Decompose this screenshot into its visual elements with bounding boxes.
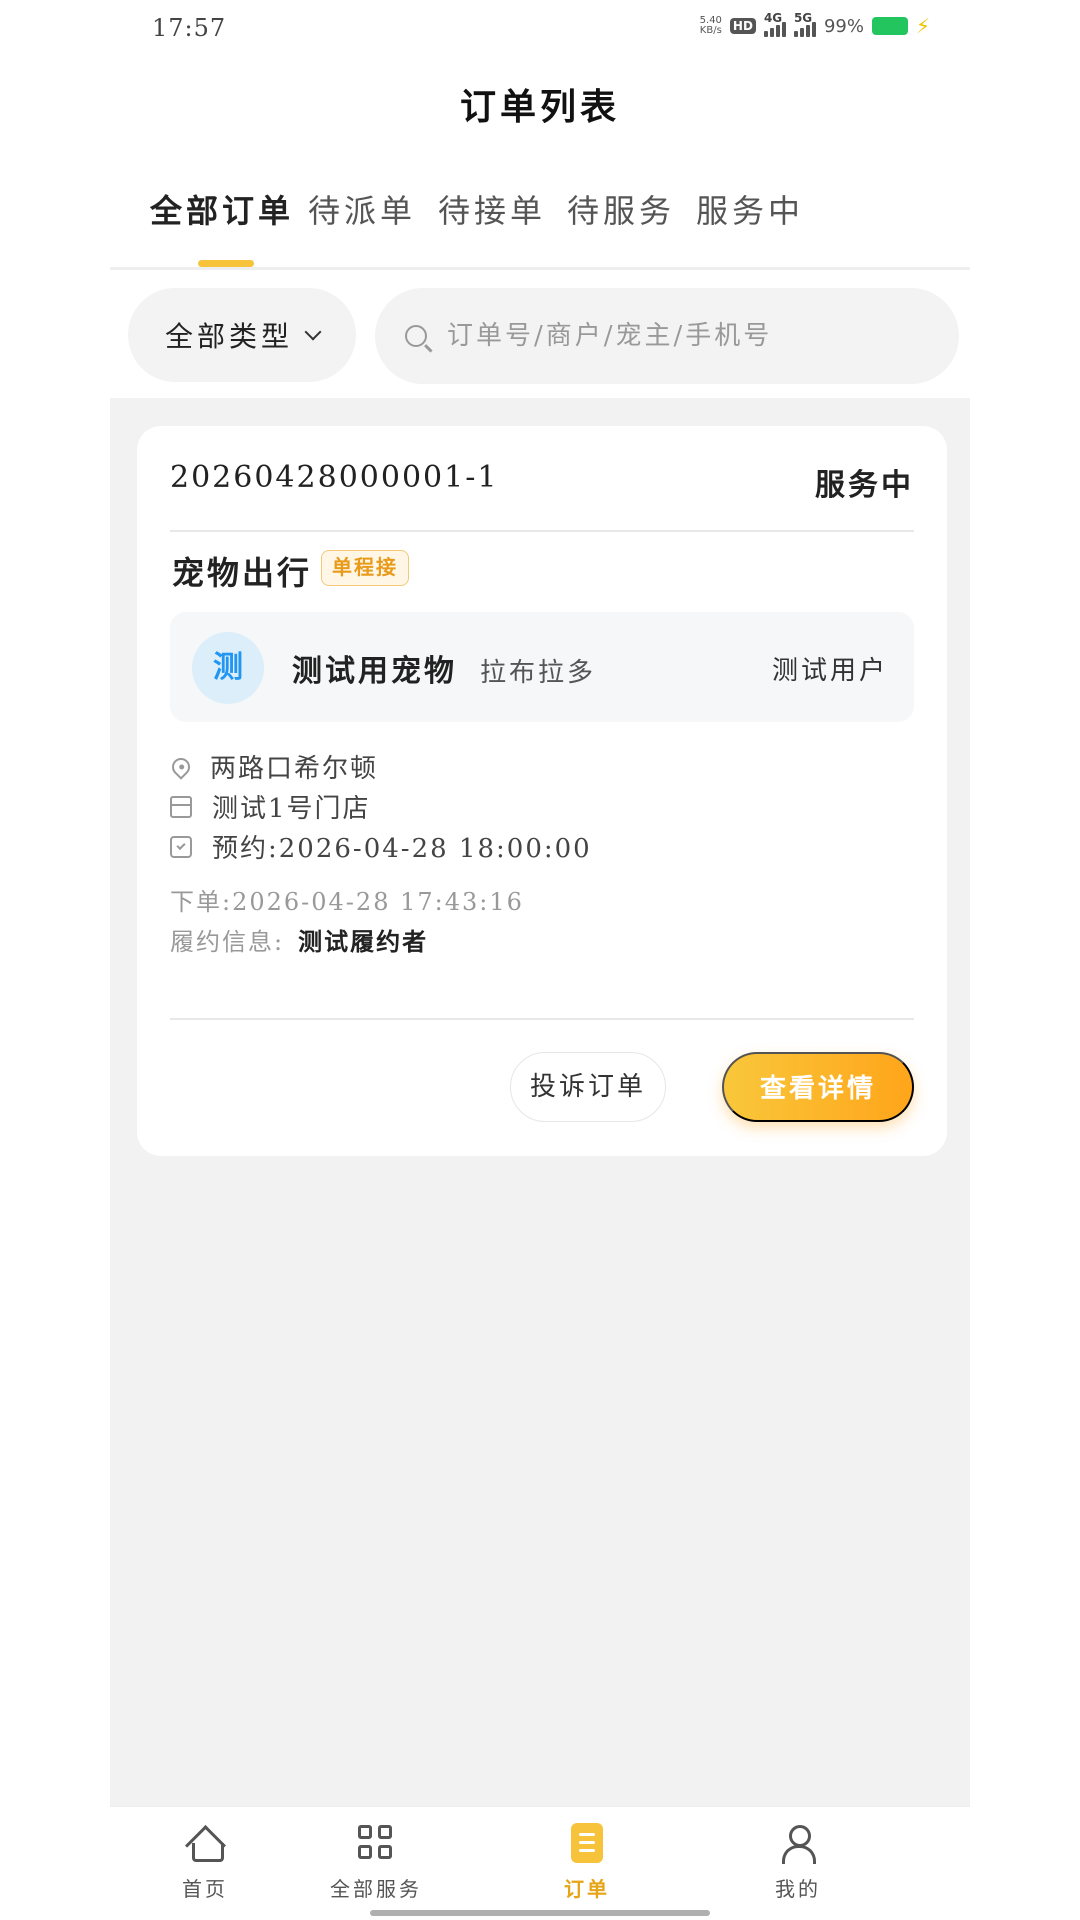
home-icon (185, 1823, 225, 1863)
trip-type-badge: 单程接 (321, 550, 409, 586)
nav-mine-label: 我的 (775, 1877, 821, 1901)
fulfill-value: 测试履约者 (298, 927, 429, 956)
tab-pending-accept[interactable]: 待接单 (438, 186, 546, 232)
nav-mine[interactable]: 我的 (728, 1823, 868, 1902)
fulfill-row: 履约信息: 测试履约者 (170, 922, 428, 957)
pet-name: 测试用宠物 (292, 654, 457, 689)
tab-in-service[interactable]: 服务中 (696, 186, 804, 232)
pet-breed: 拉布拉多 (480, 658, 597, 688)
order-doc-icon (571, 1823, 603, 1863)
status-indicators: 5.40 KB/s HD 4G 5G 99% ⚡ (700, 11, 930, 38)
home-indicator[interactable] (370, 1910, 710, 1916)
signal-5g-label: 5G (793, 11, 813, 25)
page-title: 订单列表 (459, 86, 620, 128)
bottom-nav: 首页 全部服务 订单 我的 (110, 1806, 970, 1920)
nav-home-label: 首页 (182, 1877, 228, 1901)
order-number: 20260428000001-1 (170, 460, 499, 495)
pet-info-box: 测 测试用宠物 拉布拉多 测试用户 (170, 612, 914, 722)
battery-percent: 99% (823, 15, 864, 37)
type-filter-label: 全部类型 (164, 320, 293, 353)
signal-5g-icon: 5G (793, 11, 816, 37)
charging-icon: ⚡ (915, 14, 930, 38)
battery-icon (871, 17, 908, 35)
view-detail-button[interactable]: 查看详情 (722, 1052, 914, 1122)
store-row: 测试1号门店 (170, 788, 371, 825)
store-icon (170, 795, 192, 818)
active-tab-indicator (198, 260, 254, 267)
tab-pending-service[interactable]: 待服务 (567, 186, 675, 232)
appointment-text: 预约:2026-04-28 18:00:00 (212, 834, 592, 864)
pet-avatar: 测 (192, 632, 264, 704)
complain-order-button[interactable]: 投诉订单 (510, 1052, 666, 1122)
order-tabs: 全部订单 待派单 待接单 待服务 服务中 (110, 180, 970, 270)
card-divider-bottom (170, 1018, 914, 1020)
network-speed: 5.40 KB/s (700, 16, 722, 36)
calendar-icon (170, 835, 192, 858)
address-row: 两路口希尔顿 (168, 748, 379, 785)
order-list: 20260428000001-1 服务中 宠物出行 单程接 测 测试用宠物 拉布… (110, 398, 970, 1806)
tab-pending-dispatch[interactable]: 待派单 (308, 186, 416, 232)
type-filter-dropdown[interactable]: 全部类型 (128, 288, 356, 382)
nav-orders[interactable]: 订单 (517, 1823, 657, 1902)
app-screen: 17:57 5.40 KB/s HD 4G 5G 99% ⚡ 订单列表 全部订单… (110, 0, 970, 1920)
service-name: 宠物出行 (172, 554, 313, 592)
nav-all-services-label: 全部服务 (330, 1877, 422, 1901)
created-time: 下单:2026-04-28 17:43:16 (170, 888, 524, 916)
hd-icon: HD (729, 18, 756, 34)
address-text: 两路口希尔顿 (210, 754, 379, 784)
status-time: 17:57 (152, 14, 227, 42)
signal-4g-label: 4G (763, 11, 783, 25)
fulfill-label: 履约信息: (170, 928, 285, 956)
search-input[interactable] (447, 321, 887, 351)
order-status: 服务中 (815, 468, 914, 503)
chevron-down-icon (304, 323, 322, 341)
search-bar[interactable] (375, 288, 959, 384)
tab-all-orders[interactable]: 全部订单 (150, 186, 294, 232)
network-speed-unit: KB/s (699, 25, 722, 36)
user-icon (778, 1823, 818, 1864)
nav-all-services[interactable]: 全部服务 (306, 1823, 446, 1902)
pet-owner: 测试用户 (771, 656, 888, 686)
card-divider-top (170, 530, 914, 532)
store-text: 测试1号门店 (212, 794, 371, 824)
search-icon (405, 325, 427, 347)
signal-4g-icon: 4G (763, 11, 786, 37)
order-card[interactable]: 20260428000001-1 服务中 宠物出行 单程接 测 测试用宠物 拉布… (137, 426, 947, 1156)
status-bar: 17:57 5.40 KB/s HD 4G 5G 99% ⚡ (110, 0, 970, 58)
appointment-row: 预约:2026-04-28 18:00:00 (170, 828, 592, 865)
grid-icon (356, 1823, 396, 1863)
location-pin-icon (168, 753, 194, 780)
nav-orders-label: 订单 (564, 1877, 610, 1901)
nav-home[interactable]: 首页 (135, 1823, 275, 1902)
